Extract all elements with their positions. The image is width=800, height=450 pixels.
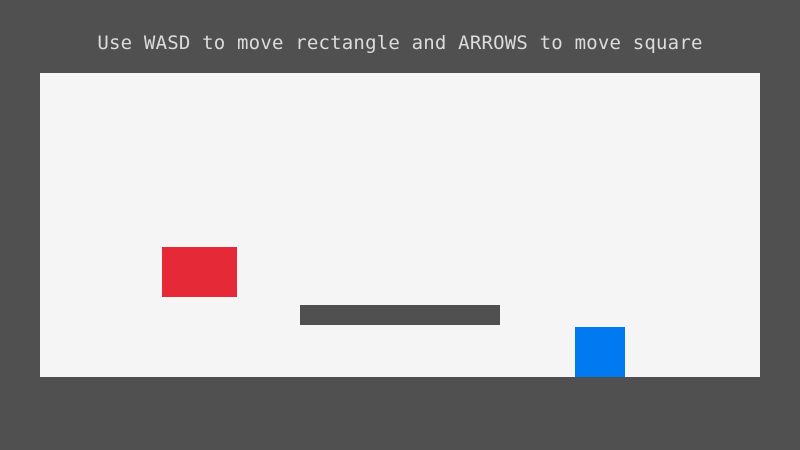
game-screen: Use WASD to move rectangle and ARROWS to… xyxy=(0,0,800,450)
controls-instructions: Use WASD to move rectangle and ARROWS to… xyxy=(97,32,703,54)
game-playfield xyxy=(40,73,760,377)
player-rectangle xyxy=(162,247,237,297)
player-square xyxy=(575,327,625,377)
platform xyxy=(300,305,500,325)
